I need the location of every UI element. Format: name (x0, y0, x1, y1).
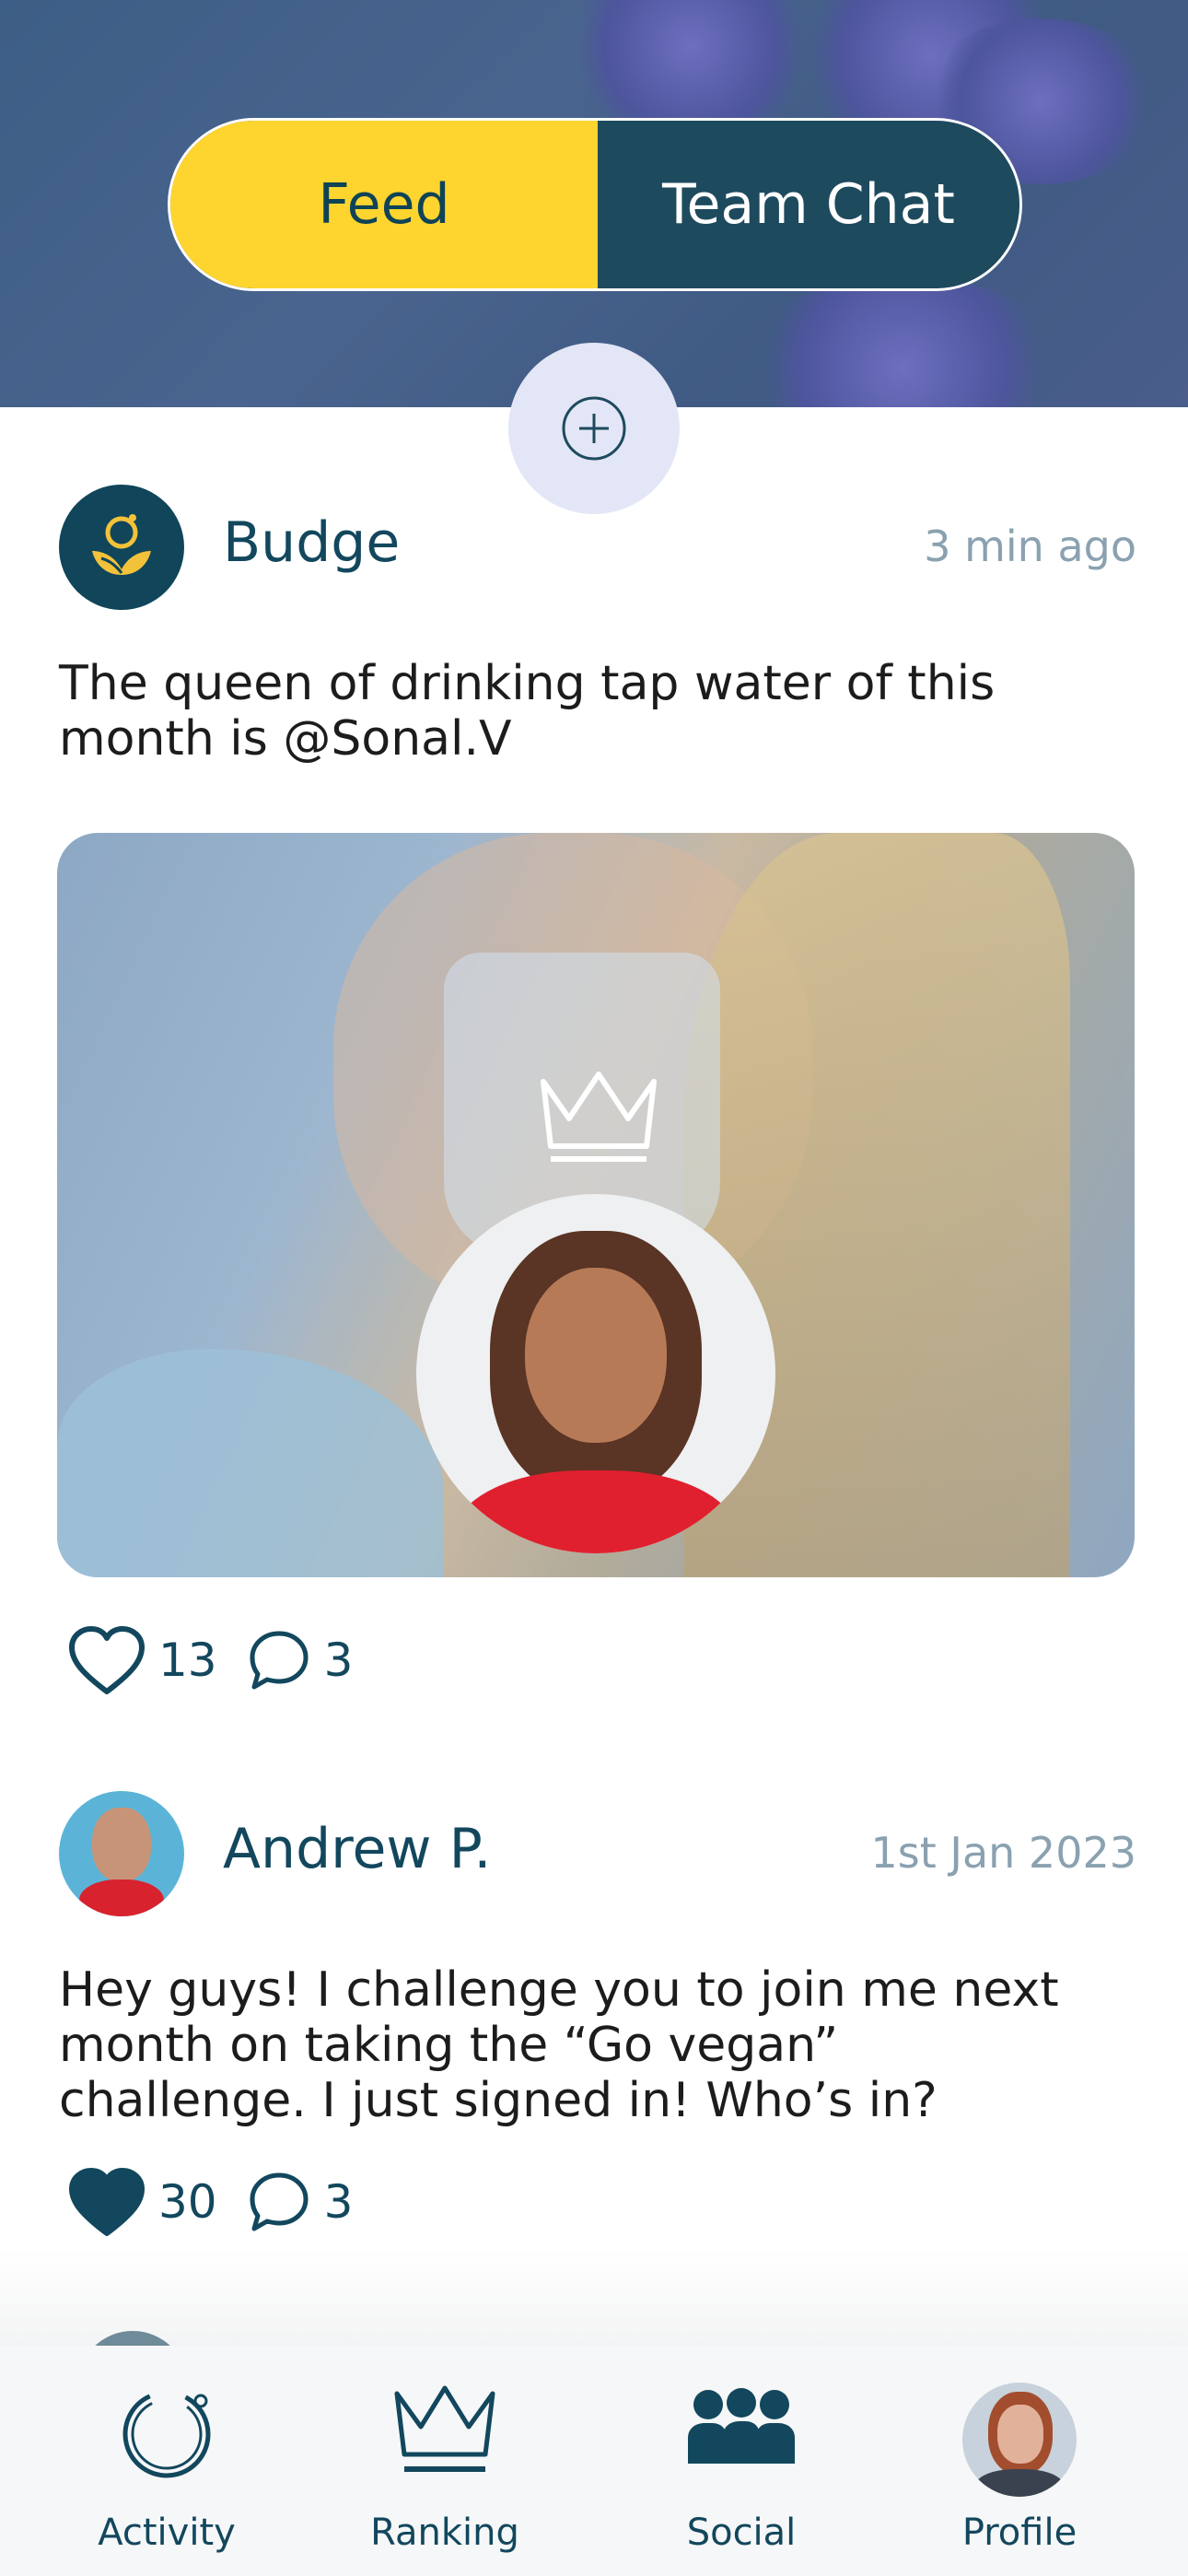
post-image[interactable] (57, 833, 1135, 1577)
post-author[interactable]: Andrew P. (223, 1817, 491, 1881)
post-time: 3 min ago (924, 521, 1136, 571)
like-count: 13 (158, 1633, 217, 1687)
post-text-line: month is @Sonal.V (59, 711, 512, 767)
crown-icon (541, 1071, 657, 1162)
comment-count: 3 (323, 2175, 354, 2229)
budge-logo-icon (92, 514, 151, 575)
budge-logo-avatar[interactable] (59, 485, 184, 610)
profile-avatar (962, 2383, 1077, 2497)
comment-icon[interactable] (245, 1626, 313, 1694)
tab-label: Social (686, 2512, 797, 2554)
andrew-avatar[interactable] (59, 1791, 184, 1916)
tab-label: Ranking (370, 2512, 519, 2554)
tab-social[interactable]: Social (593, 2346, 890, 2576)
post-actions: 13 3 (66, 1623, 380, 1697)
comment-count: 3 (323, 1633, 354, 1687)
tab-label: Profile (961, 2512, 1077, 2554)
tab-feed[interactable]: Feed (170, 121, 598, 288)
post-text-line: Hey guys! I challenge you to join me nex… (59, 1962, 1059, 2018)
group-icon (688, 2388, 795, 2464)
winner-avatar[interactable] (416, 1194, 775, 1553)
heart-filled-icon[interactable] (66, 2165, 147, 2239)
post-text: The queen of drinking tap water of this … (59, 656, 1136, 767)
tab-team-chat[interactable]: Team Chat (598, 121, 1019, 288)
post-text-line: month on taking the “Go vegan” (59, 2018, 839, 2073)
post-actions: 30 3 (66, 2165, 380, 2239)
post-text-line: challenge. I just signed in! Who’s in? (59, 2073, 938, 2128)
like-count: 30 (158, 2175, 217, 2229)
post-text: Hey guys! I challenge you to join me nex… (59, 1962, 1136, 2128)
heart-icon[interactable] (66, 1623, 147, 1697)
list-fade (0, 2248, 1188, 2386)
tab-ranking[interactable]: Ranking (297, 2346, 593, 2576)
plus-circle-icon (562, 396, 626, 461)
bottom-tab-bar: Activity Ranking Social Profile (0, 2346, 1188, 2576)
tab-label: Activity (98, 2512, 236, 2554)
post-text-line: The queen of drinking tap water of this (59, 656, 996, 711)
post-time: 1st Jan 2023 (870, 1828, 1137, 1878)
post-header: Andrew P. 1st Jan 2023 (59, 1791, 1136, 1916)
add-post-button[interactable] (508, 343, 680, 514)
comment-icon[interactable] (245, 2168, 313, 2236)
photo-shirt (57, 1349, 444, 1577)
activity-ring-icon (122, 2390, 211, 2478)
crown-icon (394, 2385, 495, 2472)
tab-activity[interactable]: Activity (18, 2346, 315, 2576)
tab-profile[interactable]: Profile (871, 2346, 1168, 2576)
post-author[interactable]: Budge (223, 510, 400, 575)
feed-chat-toggle: Feed Team Chat (168, 118, 1022, 291)
flower-decoration (737, 276, 1068, 407)
